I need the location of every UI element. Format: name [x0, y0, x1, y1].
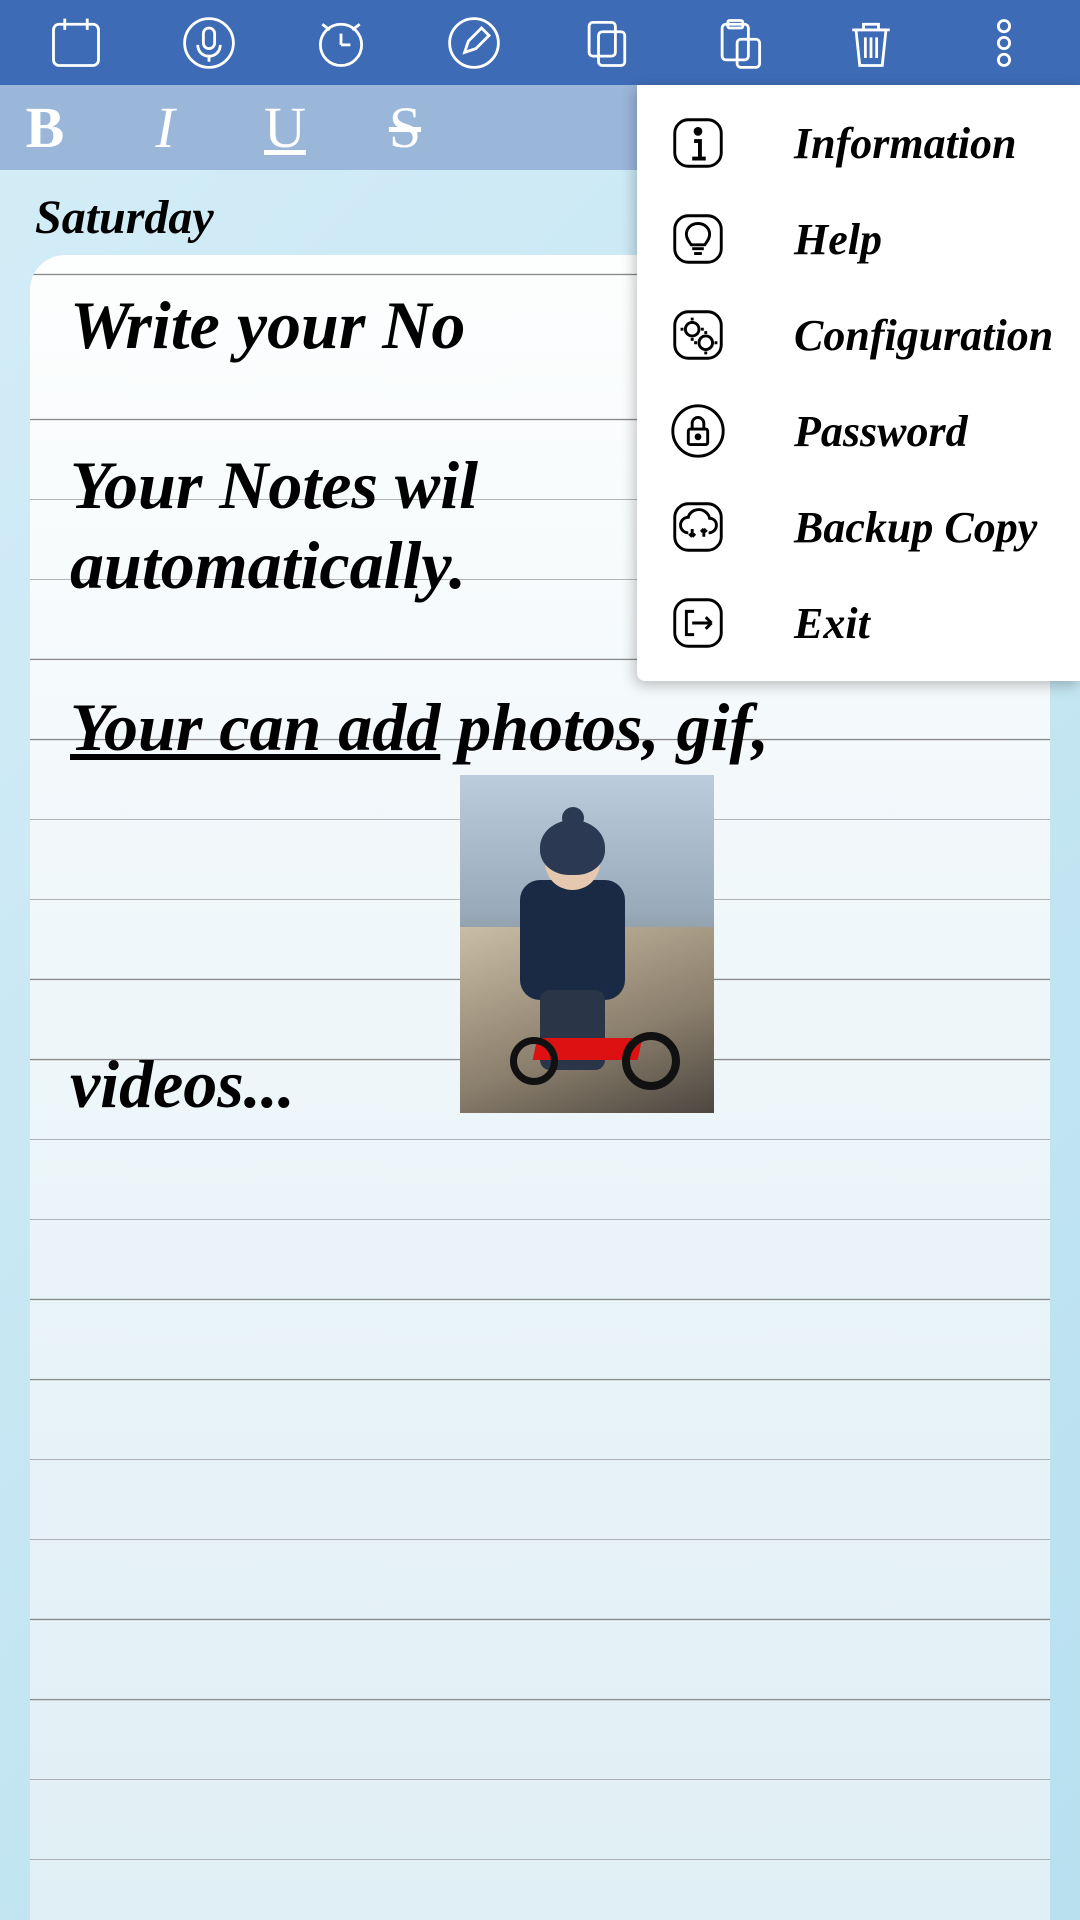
menu-label: Exit [794, 598, 870, 649]
menu-password[interactable]: Password [637, 383, 1080, 479]
underline-button[interactable]: U [260, 94, 310, 161]
menu-label: Information [794, 118, 1017, 169]
menu-configuration[interactable]: Configuration [637, 287, 1080, 383]
trash-icon [841, 13, 901, 73]
cloud-sync-icon [667, 496, 729, 558]
strike-button[interactable]: S [380, 94, 430, 161]
info-icon [667, 112, 729, 174]
edit-icon [444, 13, 504, 73]
menu-label: Help [794, 214, 882, 265]
more-button[interactable] [938, 0, 1071, 85]
trash-button[interactable] [805, 0, 938, 85]
photo-subject [490, 835, 640, 1075]
gears-icon [667, 304, 729, 366]
menu-label: Configuration [794, 310, 1053, 361]
paste-icon [709, 13, 769, 73]
top-toolbar [0, 0, 1080, 85]
mic-icon [179, 13, 239, 73]
note-line-2b: automatically. [70, 527, 466, 603]
lightbulb-icon [667, 208, 729, 270]
calendar-button[interactable] [10, 0, 143, 85]
edit-button[interactable] [408, 0, 541, 85]
note-line-4: videos... [70, 1045, 295, 1124]
bold-button[interactable]: B [20, 94, 70, 161]
exit-icon [667, 592, 729, 654]
alarm-button[interactable] [275, 0, 408, 85]
menu-information[interactable]: Information [637, 95, 1080, 191]
note-line-3: Your can add photos, gif, [70, 687, 1030, 767]
mic-button[interactable] [143, 0, 276, 85]
copy-icon [576, 13, 636, 73]
paste-button[interactable] [673, 0, 806, 85]
note-line-2a: Your Notes wil [70, 447, 478, 523]
menu-label: Password [794, 406, 968, 457]
italic-button[interactable]: I [140, 94, 190, 161]
calendar-icon [46, 13, 106, 73]
menu-label: Backup Copy [794, 502, 1037, 553]
embedded-photo[interactable] [460, 775, 714, 1113]
overflow-menu: Information Help Configuration Password … [637, 85, 1080, 681]
note-line-3-underlined: Your can add [70, 689, 440, 765]
lock-icon [667, 400, 729, 462]
menu-backup[interactable]: Backup Copy [637, 479, 1080, 575]
menu-help[interactable]: Help [637, 191, 1080, 287]
alarm-icon [311, 13, 371, 73]
note-line-3-rest: photos, gif, [440, 689, 769, 765]
copy-button[interactable] [540, 0, 673, 85]
more-vertical-icon [974, 13, 1034, 73]
menu-exit[interactable]: Exit [637, 575, 1080, 671]
